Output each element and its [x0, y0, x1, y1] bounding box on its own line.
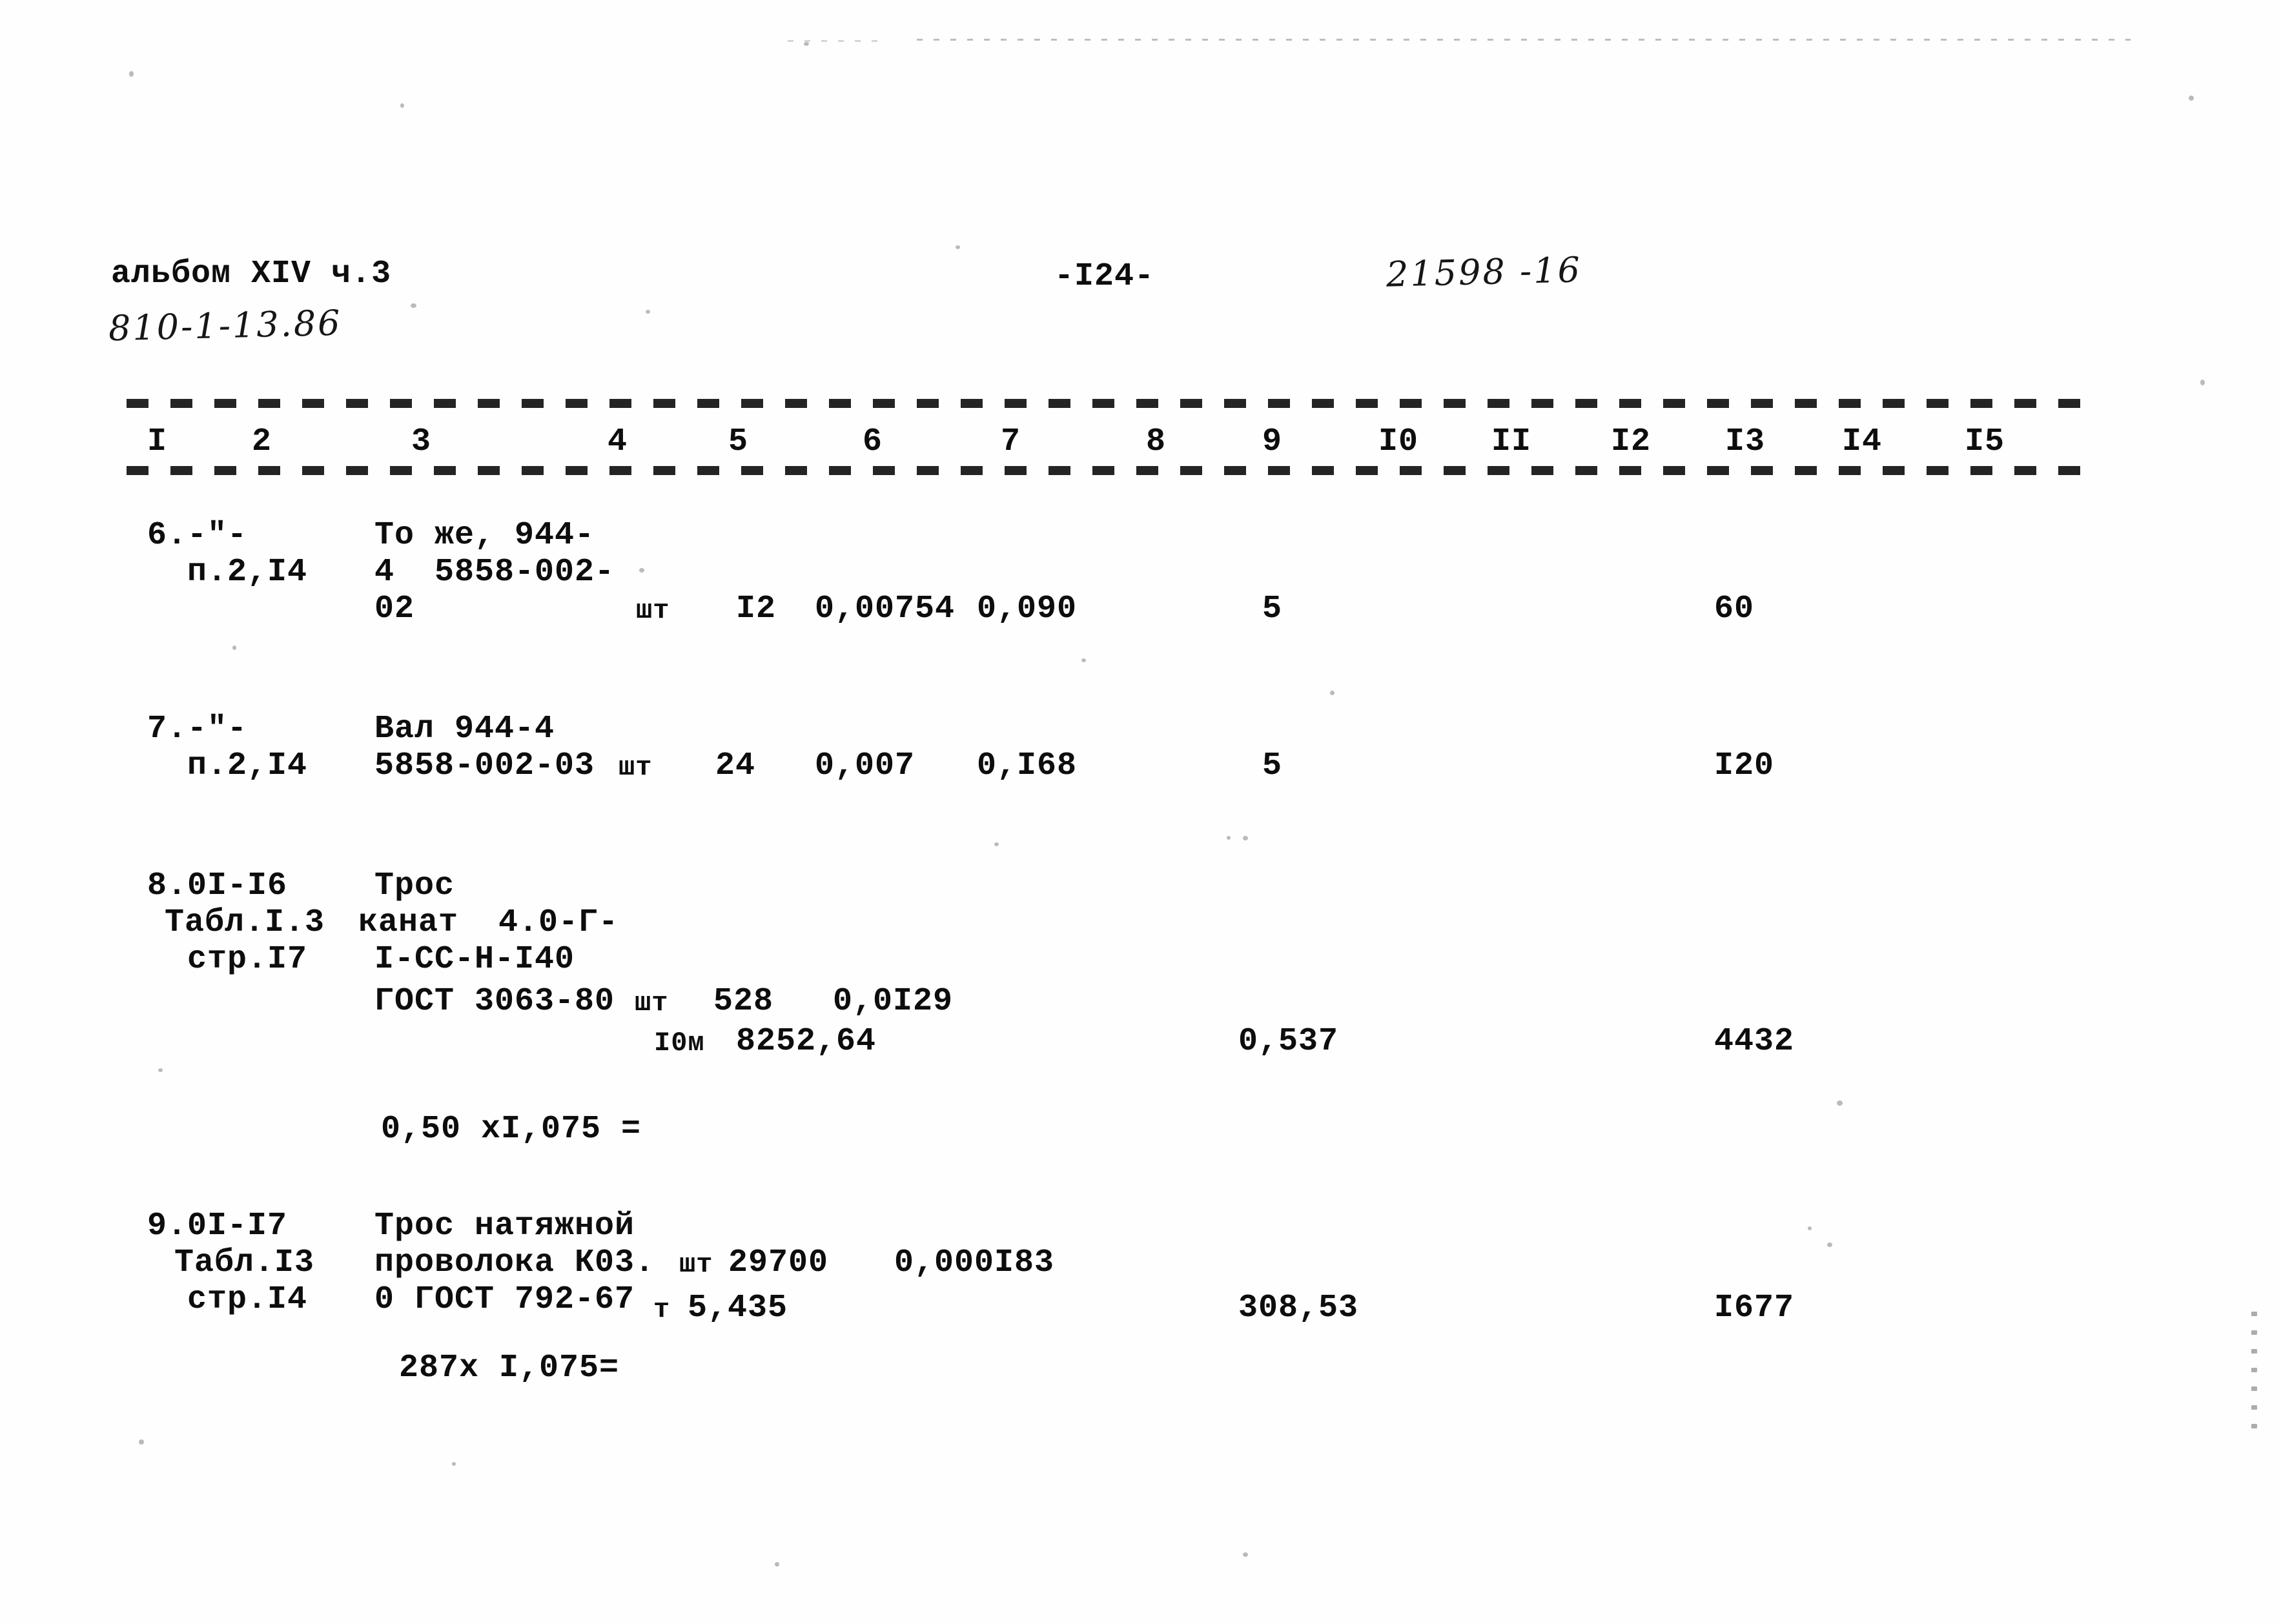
column-header-12: I2 — [1611, 423, 1652, 460]
row-6-col4-unit: шт — [636, 595, 670, 626]
row-7-col7-value: 0,I68 — [977, 747, 1078, 784]
row-8-col4-unit-alt: I0м — [654, 1028, 705, 1059]
scan-artifact-line — [917, 39, 2131, 41]
row-6-col3-line1: То же, 944- — [374, 517, 595, 554]
row-9-col4-unit: шт — [679, 1249, 713, 1280]
row-6-col3-line3: 02 — [374, 591, 415, 627]
column-header-9: 9 — [1262, 423, 1283, 460]
doc-number-handwritten: 21598 -16 — [1386, 249, 1582, 295]
row-7-col13-value: I20 — [1714, 747, 1775, 784]
column-header-1: I — [147, 423, 168, 460]
row-8-col3-line1: Трос — [374, 868, 455, 904]
row-6-col5-qty: I2 — [736, 591, 777, 627]
scan-speck — [1827, 1243, 1832, 1247]
column-header-2: 2 — [252, 423, 272, 460]
scan-speck — [994, 842, 999, 846]
row-9-col6-value: 0,000I83 — [894, 1244, 1055, 1281]
column-header-8: 8 — [1146, 423, 1167, 460]
scan-speck — [1243, 836, 1248, 840]
row-7-col3-line1: Вал 944-4 — [374, 711, 555, 747]
column-header-4: 4 — [608, 423, 628, 460]
row-6-col13-value: 60 — [1714, 591, 1755, 627]
row-9-col3-line2: проволока К03. — [374, 1244, 655, 1281]
column-header-10: I0 — [1378, 423, 1419, 460]
row-8-col1-line1: 8.0I-I6 — [147, 868, 288, 904]
row-7-col9-value: 5 — [1262, 747, 1283, 784]
row-9-col5-qty: 29700 — [728, 1244, 829, 1281]
scan-speck — [139, 1439, 144, 1445]
table-header-bottom-rule — [127, 466, 2085, 475]
row-8-col4-unit: шт — [635, 988, 669, 1019]
album-code-handwritten: 810-1-13.86 — [108, 302, 343, 349]
scan-speck — [400, 103, 404, 108]
scan-speck — [1837, 1101, 1843, 1106]
row-8-col5-qty: 528 — [713, 983, 774, 1020]
row-6-col7-value: 0,090 — [977, 591, 1078, 627]
row-8-col1-line2: Табл.I.3 — [165, 904, 325, 941]
row-9-col9-value: 308,53 — [1238, 1290, 1359, 1326]
row-8-col1-line3: стр.I7 — [187, 941, 308, 978]
row-6-col1-line1: 6.-"- — [147, 517, 248, 554]
column-header-14: I4 — [1842, 423, 1883, 460]
column-header-13: I3 — [1725, 423, 1766, 460]
row-9-col3-line1: Трос натяжной — [374, 1208, 635, 1244]
row-7-col6-value: 0,007 — [815, 747, 915, 784]
album-label: альбом XIV ч.3 — [111, 256, 392, 292]
row-7-col5-qty: 24 — [715, 747, 756, 784]
row-7-col1-line2: п.2,I4 — [187, 747, 308, 784]
scan-speck — [232, 645, 236, 650]
column-header-6: 6 — [863, 423, 883, 460]
scan-speck — [1081, 658, 1086, 662]
page-number: -I24- — [1054, 258, 1155, 295]
row-6-col6-value: 0,00754 — [815, 591, 956, 627]
row-8-calculation-note: 0,50 xI,075 = — [381, 1111, 642, 1148]
row-8-col5-qty-alt: 8252,64 — [736, 1023, 877, 1060]
row-7-col4-unit: шт — [619, 752, 653, 783]
column-header-7: 7 — [1001, 423, 1021, 460]
column-header-5: 5 — [728, 423, 749, 460]
scan-artifact-line — [788, 40, 878, 42]
row-9-col1-line2: Табл.I3 — [174, 1244, 315, 1281]
scan-speck — [2189, 96, 2194, 101]
row-8-col3-line4: ГОСТ 3063-80 — [374, 983, 615, 1020]
column-header-15: I5 — [1965, 423, 2005, 460]
row-9-col4-unit-alt: т — [653, 1294, 671, 1325]
row-7-col3-line2: 5858-002-03 — [374, 747, 595, 784]
scan-speck — [646, 310, 650, 314]
scan-speck — [956, 245, 960, 249]
row-6-col9-value: 5 — [1262, 591, 1283, 627]
column-header-11: II — [1491, 423, 1532, 460]
margin-scan-marks — [2244, 1297, 2269, 1491]
scan-speck — [1243, 1552, 1248, 1557]
row-9-col13-value: I677 — [1714, 1290, 1795, 1326]
scan-speck — [1330, 691, 1335, 695]
scan-speck — [411, 303, 416, 308]
scan-speck — [804, 42, 809, 46]
row-9-col5-qty-alt: 5,435 — [688, 1290, 788, 1326]
scan-speck — [1227, 836, 1231, 840]
document-page: альбом XIV ч.3 810-1-13.86 -I24- 21598 -… — [0, 0, 2281, 1624]
row-6-col1-line2: п.2,I4 — [187, 554, 308, 591]
row-8-col9-value: 0,537 — [1238, 1023, 1339, 1060]
scan-speck — [639, 568, 644, 573]
row-8-col13-value: 4432 — [1714, 1023, 1795, 1060]
row-8-col3-line3: I-СС-Н-I40 — [374, 941, 575, 978]
scan-speck — [1808, 1226, 1812, 1230]
scan-speck — [129, 71, 134, 77]
row-9-col3-line3: 0 ГОСТ 792-67 — [374, 1281, 635, 1318]
row-9-calculation-note: 287х I,075= — [399, 1350, 620, 1386]
table-top-rule — [127, 399, 2085, 408]
scan-speck — [2200, 380, 2205, 385]
row-9-col1-line1: 9.0I-I7 — [147, 1208, 288, 1244]
scan-speck — [775, 1562, 779, 1567]
row-8-col6-value: 0,0I29 — [833, 983, 954, 1020]
column-header-3: 3 — [411, 423, 432, 460]
row-9-col1-line3: стр.I4 — [187, 1281, 308, 1318]
scan-speck — [158, 1068, 163, 1072]
scan-speck — [452, 1462, 456, 1466]
row-8-col3-line2: канат 4.0-Г- — [358, 904, 619, 941]
row-6-col3-line2: 4 5858-002- — [374, 554, 615, 591]
row-7-col1-line1: 7.-"- — [147, 711, 248, 747]
